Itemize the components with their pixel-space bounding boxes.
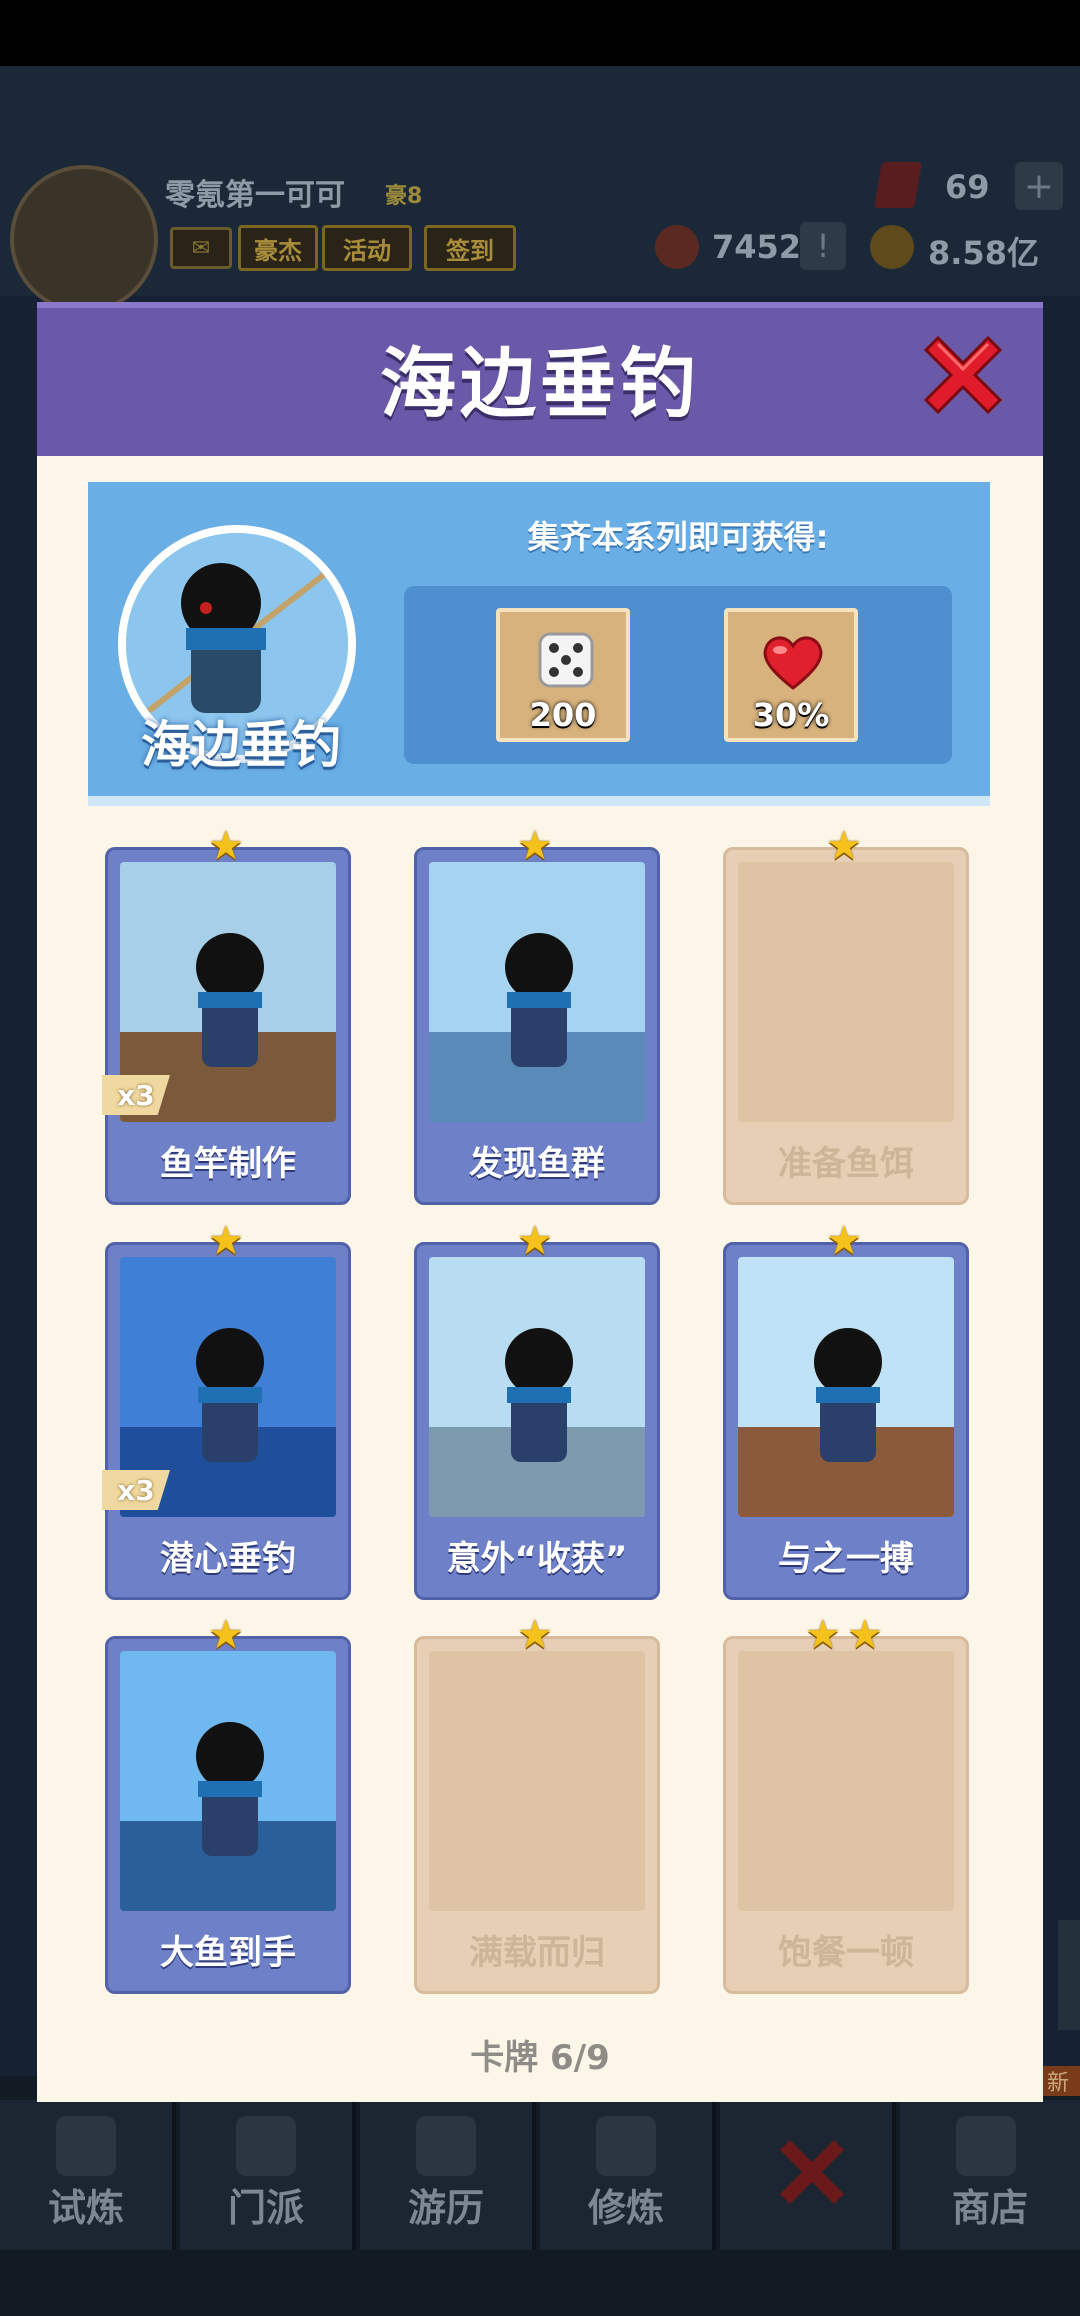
token-icon [655,225,699,269]
story-card[interactable]: 满载而归 ★ [414,1615,660,1994]
player-rank: 豪8 [385,184,423,209]
card-art [429,862,645,1122]
nav-trial[interactable]: 试炼 [0,2100,176,2250]
nav-travel[interactable]: 游历 [360,2100,536,2250]
status-bar [0,0,1080,66]
story-card[interactable]: 鱼竿制作 x3 ★ [102,826,351,1205]
star-icon: ★ [517,823,553,869]
card-art [120,1651,336,1911]
dice-icon [538,632,594,688]
star-icon: ★ [847,1612,883,1658]
star-icon: ★ [517,1218,553,1264]
nav-label: 商店 [951,2186,1028,2230]
info-button[interactable]: ! [800,222,846,270]
reward-title: 集齐本系列即可获得: [527,518,829,556]
card-art [429,1651,645,1911]
nav-shop[interactable]: 商店 [900,2100,1080,2250]
card-art [738,1651,954,1911]
reward-panel [404,586,952,764]
token-count: 7452 [712,228,802,266]
nav-label: 游历 [407,2186,484,2230]
story-card[interactable]: 发现鱼群 ★ [414,826,660,1205]
card-art [738,1257,954,1517]
event-button[interactable]: 活动 [322,225,412,271]
card-name: 鱼竿制作 [160,1144,296,1184]
card-name: 大鱼到手 [160,1933,296,1973]
star-icon: ★ [517,1612,553,1658]
modal-title: 海边垂钓 [380,339,700,428]
scroll-icon [596,2116,656,2176]
card-art [429,1257,645,1517]
story-card[interactable]: 潜心垂钓 x3 ★ [102,1221,351,1600]
star-icon: ★ [208,1612,244,1658]
mountain-icon [416,2116,476,2176]
nav-label: 修炼 [587,2186,664,2230]
card-art [738,862,954,1122]
reward-dice[interactable]: 200 [496,608,630,742]
story-card[interactable]: 饱餐一顿 ★ ★ [723,1615,969,1994]
gem-count: 69 [945,168,990,206]
card-progress: 卡牌 6/9 [470,2038,610,2078]
story-card[interactable]: 与之一搏 ★ [723,1221,969,1600]
add-gems-button[interactable]: + [1015,162,1063,210]
card-name: 满载而归 [469,1933,605,1973]
card-name: 与之一搏 [778,1539,914,1579]
star-icon: ★ [826,1218,862,1264]
story-card[interactable]: 准备鱼饵 ★ [723,826,969,1205]
heroes-button[interactable]: 豪杰 [238,225,318,271]
player-nickname: 零氪第一可可 [165,178,345,213]
nav-label: 门派 [227,2186,304,2230]
star-icon: ★ [208,823,244,869]
avatar[interactable] [10,165,158,313]
close-icon [780,2140,844,2204]
card-name: 发现鱼群 [469,1144,605,1184]
shop-icon [956,2116,1016,2176]
card-name: 意外“收获” [446,1539,628,1579]
gem-icon [873,162,923,208]
series-name: 海边垂钓 [141,716,341,774]
card-name: 准备鱼饵 [778,1144,914,1184]
reward-heart[interactable]: 30% [724,608,858,742]
star-icon: ★ [208,1218,244,1264]
side-panel [1058,1920,1080,2030]
close-button[interactable] [918,330,1008,420]
ninja-icon [56,2116,116,2176]
coin-count: 8.58亿 [928,234,1039,272]
reward-value: 200 [529,696,597,734]
card-name: 潜心垂钓 [160,1539,296,1579]
story-card[interactable]: 意外“收获” ★ [414,1221,660,1600]
checkin-button[interactable]: 签到 [424,225,516,271]
coin-icon [870,225,914,269]
heart-icon [763,636,823,690]
story-card[interactable]: 大鱼到手 ★ [105,1615,351,1994]
temple-icon [236,2116,296,2176]
star-icon: ★ [826,823,862,869]
banner-edge [88,796,990,806]
nav-cultivate[interactable]: 修炼 [540,2100,716,2250]
nav-label: 试炼 [47,2186,124,2230]
card-name: 饱餐一顿 [778,1933,914,1973]
mail-icon[interactable]: ✉ [170,227,232,269]
star-icon: ★ [805,1612,841,1658]
nav-close[interactable] [720,2100,896,2250]
reward-value: 30% [752,696,830,734]
nav-sect[interactable]: 门派 [180,2100,356,2250]
